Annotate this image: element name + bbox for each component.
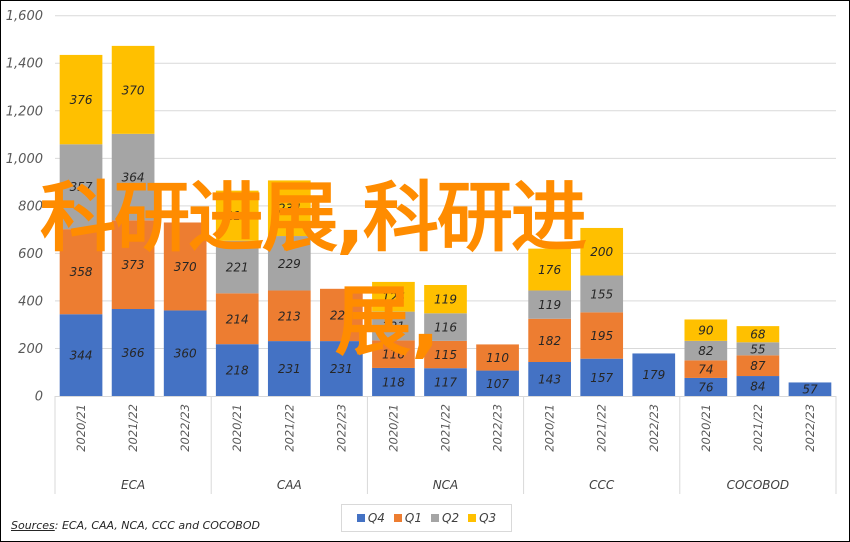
watermark-text-line-2: 展, bbox=[335, 277, 440, 366]
data-label: 157 bbox=[590, 371, 613, 385]
x-tick-label: 2020/21 bbox=[230, 404, 244, 452]
data-label: 360 bbox=[174, 347, 197, 361]
source-note: Sources: ECA, CAA, NCA, CCC and COCOBOD bbox=[11, 519, 260, 532]
y-tick-label: 1,600 bbox=[6, 9, 43, 24]
data-label: 214 bbox=[226, 312, 249, 326]
data-label: 370 bbox=[174, 260, 197, 274]
data-label: 358 bbox=[70, 265, 93, 279]
group-label: CAA bbox=[277, 478, 302, 492]
data-label: 370 bbox=[122, 83, 145, 97]
legend-label: Q4 bbox=[367, 511, 385, 525]
data-label: 195 bbox=[590, 329, 613, 343]
data-label: 155 bbox=[590, 287, 613, 301]
data-label: 221 bbox=[226, 261, 249, 275]
data-label: 55 bbox=[750, 342, 765, 356]
legend-label: Q2 bbox=[442, 511, 460, 525]
data-label: 68 bbox=[750, 328, 766, 342]
data-label: 82 bbox=[698, 344, 713, 358]
data-label: 143 bbox=[538, 373, 561, 387]
legend-item-q2: Q2 bbox=[431, 511, 459, 525]
x-tick-label: 2020/21 bbox=[386, 404, 400, 452]
group-label: COCOBOD bbox=[727, 478, 790, 492]
data-label: 107 bbox=[486, 377, 509, 391]
legend-swatch bbox=[468, 514, 477, 522]
x-tick-label: 2022/23 bbox=[803, 404, 817, 452]
x-tick-label: 2021/22 bbox=[126, 404, 140, 452]
legend-swatch bbox=[431, 514, 439, 522]
data-label: 366 bbox=[122, 346, 145, 360]
data-label: 76 bbox=[698, 380, 714, 394]
data-label: 110 bbox=[486, 351, 509, 365]
x-tick-label: 2022/23 bbox=[334, 404, 348, 452]
data-label: 213 bbox=[278, 309, 301, 323]
x-axis: 2020/21 2021/22 2022/23 ECA 2020/21 2021/22 20… bbox=[54, 396, 837, 494]
data-label: 74 bbox=[698, 363, 713, 377]
group-label: CCC bbox=[589, 478, 615, 492]
legend-label: Q1 bbox=[404, 511, 422, 525]
data-label: 90 bbox=[698, 324, 714, 338]
data-label: 218 bbox=[226, 364, 249, 378]
legend-swatch bbox=[356, 514, 365, 522]
x-tick-label: 2022/23 bbox=[647, 404, 661, 452]
y-tick-label: 1,200 bbox=[6, 104, 43, 119]
data-label: 182 bbox=[538, 334, 561, 348]
stacked-bar-chart: 02004006008001,0001,2001,4001,600 344358… bbox=[6, 9, 837, 494]
x-tick-label: 2021/22 bbox=[439, 404, 453, 452]
group-label: NCA bbox=[433, 478, 459, 492]
y-axis: 02004006008001,0001,2001,4001,600 bbox=[6, 9, 43, 404]
legend-label: Q3 bbox=[479, 511, 497, 525]
data-label: 119 bbox=[538, 298, 561, 312]
x-tick-label: 2021/22 bbox=[282, 404, 296, 452]
group-label: ECA bbox=[121, 478, 145, 492]
data-label: 176 bbox=[538, 263, 561, 277]
y-tick-label: 1,400 bbox=[6, 57, 43, 72]
x-tick-label: 2022/23 bbox=[491, 404, 505, 452]
watermark-text-line-1: 科研进展,科研进 bbox=[40, 173, 587, 262]
y-tick-label: 1,000 bbox=[6, 152, 43, 167]
x-tick-label: 2021/22 bbox=[751, 404, 765, 452]
source-prefix: Sources bbox=[11, 519, 55, 532]
legend-item-q3: Q3 bbox=[468, 511, 496, 525]
y-tick-label: 200 bbox=[18, 342, 43, 357]
legend: Q4 Q1 Q2 Q3 bbox=[341, 504, 512, 532]
x-tick-label: 2021/22 bbox=[595, 404, 609, 452]
legend-swatch bbox=[393, 514, 402, 522]
data-label: 200 bbox=[590, 245, 613, 259]
x-tick-label: 2020/21 bbox=[74, 404, 88, 452]
data-label: 117 bbox=[434, 376, 457, 390]
data-label: 84 bbox=[750, 380, 765, 394]
legend-item-q4: Q4 bbox=[356, 511, 385, 525]
data-label: 87 bbox=[750, 359, 766, 373]
source-text: : ECA, CAA, NCA, CCC and COCOBOD bbox=[54, 519, 260, 532]
x-tick-label: 2022/23 bbox=[178, 404, 192, 452]
data-label: 118 bbox=[382, 375, 405, 389]
data-label: 376 bbox=[70, 93, 93, 107]
data-label: 231 bbox=[278, 362, 301, 376]
data-label: 57 bbox=[802, 383, 818, 397]
x-tick-label: 2020/21 bbox=[543, 404, 557, 452]
y-tick-label: 0 bbox=[35, 390, 43, 405]
data-label: 179 bbox=[642, 368, 665, 382]
y-tick-label: 400 bbox=[18, 294, 43, 309]
data-label: 344 bbox=[70, 349, 93, 363]
legend-item-q1: Q1 bbox=[393, 511, 422, 525]
x-tick-label: 2020/21 bbox=[699, 404, 713, 452]
